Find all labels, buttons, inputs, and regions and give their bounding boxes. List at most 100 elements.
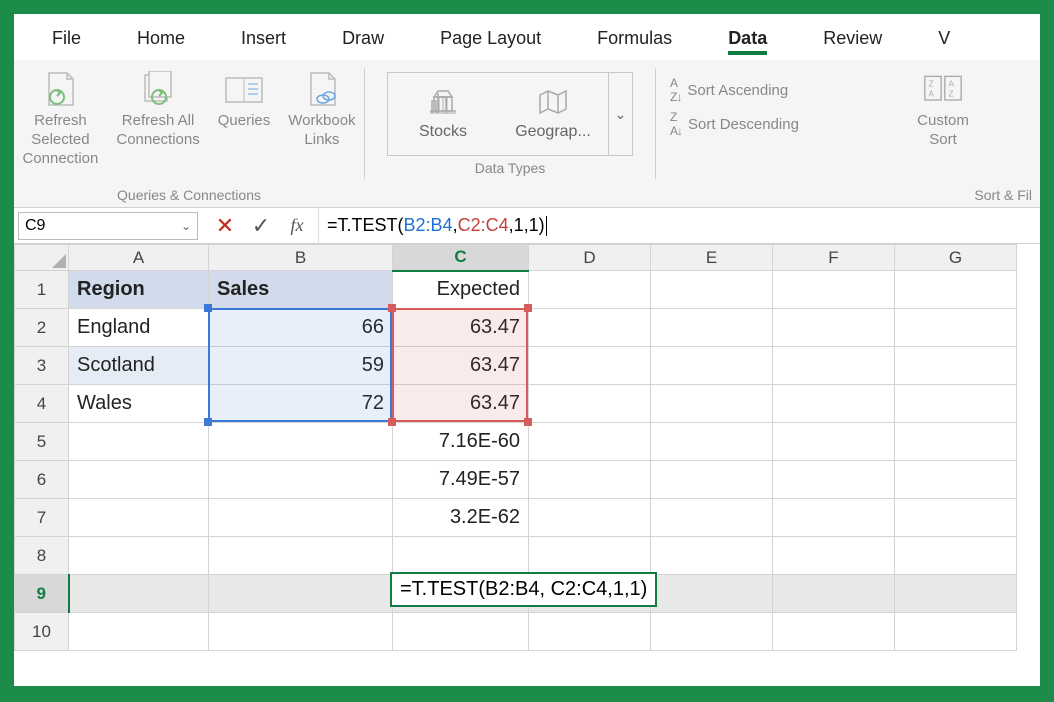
- cell-F2[interactable]: [773, 309, 895, 347]
- cell-G6[interactable]: [895, 461, 1017, 499]
- cell-G4[interactable]: [895, 385, 1017, 423]
- cell-D10[interactable]: [529, 613, 651, 651]
- cell-G3[interactable]: [895, 347, 1017, 385]
- cell-B5[interactable]: [209, 423, 393, 461]
- range-handle[interactable]: [524, 418, 532, 426]
- cell-F6[interactable]: [773, 461, 895, 499]
- tab-file[interactable]: File: [24, 18, 109, 57]
- cell-A10[interactable]: [69, 613, 209, 651]
- refresh-all-button[interactable]: Refresh All Connections: [110, 66, 205, 154]
- cell-C2[interactable]: 63.47: [393, 309, 529, 347]
- data-types-gallery[interactable]: Stocks Geograp... ⌄: [387, 72, 633, 156]
- cell-D6[interactable]: [529, 461, 651, 499]
- stocks-button[interactable]: Stocks: [388, 73, 498, 155]
- refresh-selected-button[interactable]: Refresh Selected Connection: [16, 66, 104, 172]
- cell-A9[interactable]: [69, 575, 209, 613]
- cell-C7[interactable]: 3.2E-62: [393, 499, 529, 537]
- tab-review[interactable]: Review: [795, 18, 910, 57]
- cell-G1[interactable]: [895, 271, 1017, 309]
- range-handle[interactable]: [524, 304, 532, 312]
- cell-A7[interactable]: [69, 499, 209, 537]
- cell-B9[interactable]: [209, 575, 393, 613]
- cell-F10[interactable]: [773, 613, 895, 651]
- tab-draw[interactable]: Draw: [314, 18, 412, 57]
- tab-formulas[interactable]: Formulas: [569, 18, 700, 57]
- cell-G5[interactable]: [895, 423, 1017, 461]
- cell-E1[interactable]: [651, 271, 773, 309]
- cell-B4[interactable]: 72: [209, 385, 393, 423]
- name-box-dropdown-icon[interactable]: ⌄: [181, 219, 191, 233]
- queries-button[interactable]: Queries: [212, 66, 277, 135]
- cell-B7[interactable]: [209, 499, 393, 537]
- cell-F4[interactable]: [773, 385, 895, 423]
- cell-A5[interactable]: [69, 423, 209, 461]
- col-D[interactable]: D: [529, 245, 651, 271]
- geography-button[interactable]: Geograp...: [498, 73, 608, 155]
- cell-E10[interactable]: [651, 613, 773, 651]
- sort-ascending-button[interactable]: AZ↓ Sort Ascending: [670, 76, 799, 104]
- row-5[interactable]: 5: [15, 423, 69, 461]
- cell-A6[interactable]: [69, 461, 209, 499]
- formula-input[interactable]: =T.TEST(B2:B4, C2:C4,1,1): [318, 208, 1040, 243]
- cell-E6[interactable]: [651, 461, 773, 499]
- cell-E9[interactable]: [651, 575, 773, 613]
- cell-edit-overlay[interactable]: =T.TEST(B2:B4, C2:C4,1,1): [390, 572, 657, 607]
- tab-data[interactable]: Data: [700, 18, 795, 57]
- select-all-corner[interactable]: [14, 244, 68, 270]
- cell-F9[interactable]: [773, 575, 895, 613]
- cell-G8[interactable]: [895, 537, 1017, 575]
- cell-C8[interactable]: [393, 537, 529, 575]
- cell-D2[interactable]: [529, 309, 651, 347]
- cell-B2[interactable]: 66: [209, 309, 393, 347]
- cell-C5[interactable]: 7.16E-60: [393, 423, 529, 461]
- custom-sort-button[interactable]: ZAAZ Custom Sort: [911, 66, 975, 154]
- row-8[interactable]: 8: [15, 537, 69, 575]
- tab-home[interactable]: Home: [109, 18, 213, 57]
- col-B[interactable]: B: [209, 245, 393, 271]
- cell-D8[interactable]: [529, 537, 651, 575]
- cell-B1[interactable]: Sales: [209, 271, 393, 309]
- cell-D1[interactable]: [529, 271, 651, 309]
- insert-function-button[interactable]: fx: [284, 213, 310, 239]
- cell-G2[interactable]: [895, 309, 1017, 347]
- cell-D4[interactable]: [529, 385, 651, 423]
- cell-F3[interactable]: [773, 347, 895, 385]
- name-box[interactable]: C9 ⌄: [18, 212, 198, 240]
- row-4[interactable]: 4: [15, 385, 69, 423]
- cell-C6[interactable]: 7.49E-57: [393, 461, 529, 499]
- cell-E7[interactable]: [651, 499, 773, 537]
- cell-E2[interactable]: [651, 309, 773, 347]
- row-1[interactable]: 1: [15, 271, 69, 309]
- cell-G9[interactable]: [895, 575, 1017, 613]
- tab-view[interactable]: V: [910, 18, 954, 57]
- col-G[interactable]: G: [895, 245, 1017, 271]
- enter-formula-button[interactable]: ✓: [248, 213, 274, 239]
- cell-A3[interactable]: Scotland: [69, 347, 209, 385]
- cell-F8[interactable]: [773, 537, 895, 575]
- tab-page-layout[interactable]: Page Layout: [412, 18, 569, 57]
- cell-B10[interactable]: [209, 613, 393, 651]
- row-10[interactable]: 10: [15, 613, 69, 651]
- col-A[interactable]: A: [69, 245, 209, 271]
- cell-G10[interactable]: [895, 613, 1017, 651]
- cell-C4[interactable]: 63.47: [393, 385, 529, 423]
- cell-B3[interactable]: 59: [209, 347, 393, 385]
- cell-E4[interactable]: [651, 385, 773, 423]
- row-2[interactable]: 2: [15, 309, 69, 347]
- cell-D3[interactable]: [529, 347, 651, 385]
- cell-A4[interactable]: Wales: [69, 385, 209, 423]
- cell-F5[interactable]: [773, 423, 895, 461]
- spreadsheet-grid[interactable]: A B C D E F G 1 Region Sales Expected 2 …: [14, 244, 1040, 686]
- cell-E8[interactable]: [651, 537, 773, 575]
- row-6[interactable]: 6: [15, 461, 69, 499]
- range-handle[interactable]: [204, 304, 212, 312]
- col-E[interactable]: E: [651, 245, 773, 271]
- cell-C10[interactable]: [393, 613, 529, 651]
- cancel-formula-button[interactable]: ✕: [212, 213, 238, 239]
- cell-C3[interactable]: 63.47: [393, 347, 529, 385]
- cell-A1[interactable]: Region: [69, 271, 209, 309]
- cell-A2[interactable]: England: [69, 309, 209, 347]
- cell-F1[interactable]: [773, 271, 895, 309]
- cell-C1[interactable]: Expected: [393, 271, 529, 309]
- data-types-more[interactable]: ⌄: [608, 73, 632, 155]
